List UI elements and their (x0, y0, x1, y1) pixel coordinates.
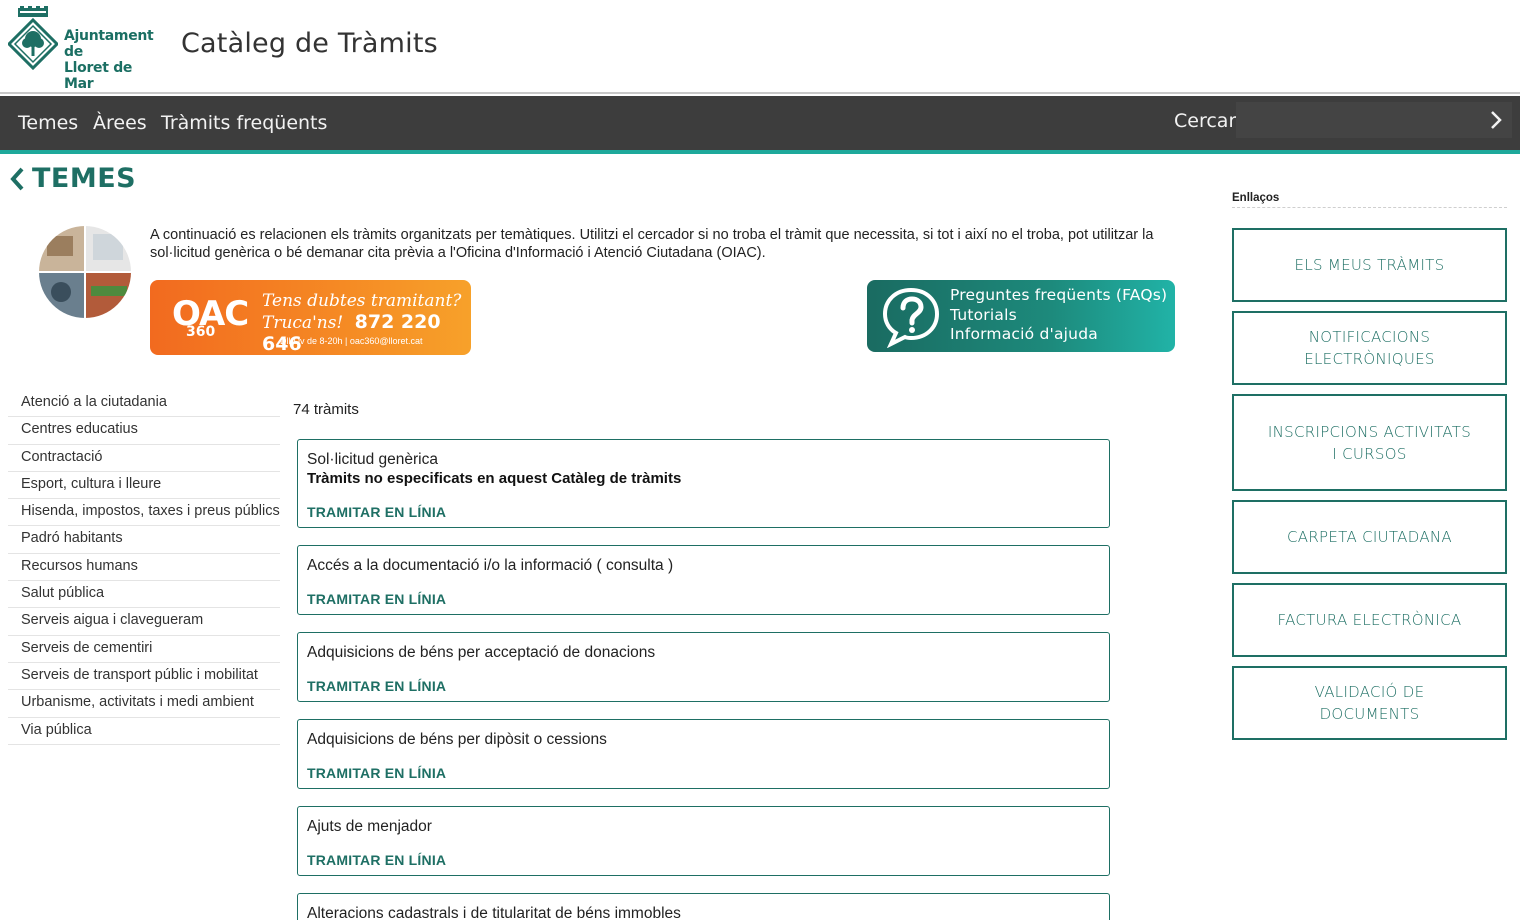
link-carpeta-ciutadana[interactable]: CARPETA CIUTADANA (1232, 500, 1507, 574)
tramitar-en-linia-link[interactable]: TRAMITAR EN LÍNIA (307, 765, 446, 781)
category-hisenda[interactable]: Hisenda, impostos, taxes i preus públics (8, 499, 280, 527)
back-to-temes[interactable]: TEMES (8, 163, 136, 194)
faq-line-tutorials: Tutorials (950, 306, 1017, 324)
faq-help-banner[interactable]: Preguntes freqüents (FAQs) Tutorials Inf… (867, 280, 1175, 352)
tramit-title: Adquisicions de béns per dipòsit o cessi… (307, 731, 607, 748)
tramits-count: 74 tràmits (293, 401, 359, 418)
tramit-card: Sol·licitud genèrica Tràmits no especifi… (297, 439, 1110, 528)
chevron-left-icon (10, 167, 24, 190)
site-header: Ajuntament de Lloret de Mar Catàleg de T… (0, 0, 1520, 94)
tramit-title: Accés a la documentació i/o la informaci… (307, 557, 674, 574)
category-urbanisme[interactable]: Urbanisme, activitats i medi ambient (8, 690, 280, 718)
faq-line-faqs: Preguntes freqüents (FAQs) (950, 286, 1168, 304)
category-atencio-ciutadania[interactable]: Atenció a la ciutadania (8, 390, 280, 418)
tramitar-en-linia-link[interactable]: TRAMITAR EN LÍNIA (307, 504, 446, 520)
oac-call-us: Truca'ns! (262, 313, 344, 333)
nav-temes[interactable]: Temes (18, 112, 78, 134)
intro-text: A continuació es relacionen els tràmits … (150, 227, 1154, 261)
category-esport-cultura[interactable]: Esport, cultura i lleure (8, 472, 280, 500)
category-contractacio[interactable]: Contractació (8, 445, 280, 472)
oac-question: Tens dubtes tramitant? (262, 291, 462, 311)
oac-hours: Dll-Dv de 8-20h | oac360@lloret.cat (280, 336, 423, 346)
category-via-publica[interactable]: Via pública (8, 718, 280, 745)
link-els-meus-tramits[interactable]: ELS MEUS TRÀMITS (1232, 228, 1507, 302)
site-title: Catàleg de Tràmits (181, 28, 438, 59)
category-salut-publica[interactable]: Salut pública (8, 581, 280, 609)
page-title: TEMES (32, 163, 137, 194)
tramit-card: Accés a la documentació i/o la informaci… (297, 545, 1110, 615)
category-centres-educatius[interactable]: Centres educatius (8, 417, 280, 445)
oac-help-banner[interactable]: OAC 360 Tens dubtes tramitant? Truca'ns!… (150, 280, 471, 355)
ajuntament-logo[interactable]: Ajuntament de Lloret de Mar (8, 6, 158, 92)
link-validacio-documents[interactable]: VALIDACIÓ DE DOCUMENTS (1232, 666, 1507, 740)
coat-of-arms-icon (8, 6, 58, 70)
main-navbar: Temes Àrees Tràmits freqüents Cercar (0, 96, 1520, 154)
tramit-card: Ajuts de menjador TRAMITAR EN LÍNIA (297, 806, 1110, 876)
tramitar-en-linia-link[interactable]: TRAMITAR EN LÍNIA (307, 678, 446, 694)
chevron-right-icon[interactable] (1484, 108, 1508, 132)
tramit-title: Sol·licitud genèrica (307, 451, 438, 468)
tramit-subtitle: Tràmits no especificats en aquest Catàle… (307, 470, 682, 487)
category-transport-mobilitat[interactable]: Serveis de transport públic i mobilitat (8, 663, 280, 691)
tramit-title: Alteracions cadastrals i de titularitat … (307, 905, 681, 920)
search-label: Cercar (1174, 110, 1237, 132)
tramit-card: Adquisicions de béns per acceptació de d… (297, 632, 1110, 702)
logo-line-1: Ajuntament de (64, 28, 154, 60)
intro-collage-image (39, 226, 131, 318)
faq-line-help: Informació d'ajuda (950, 325, 1098, 343)
category-serveis-cementiri[interactable]: Serveis de cementiri (8, 636, 280, 663)
link-factura-electronica[interactable]: FACTURA ELECTRÒNICA (1232, 583, 1507, 657)
nav-tramits-frequents[interactable]: Tràmits freqüents (161, 112, 327, 134)
tramit-title: Ajuts de menjador (307, 818, 432, 835)
question-bubble-icon (882, 287, 940, 348)
tramitar-en-linia-link[interactable]: TRAMITAR EN LÍNIA (307, 852, 446, 868)
tramit-title: Adquisicions de béns per acceptació de d… (307, 644, 656, 661)
tramitar-en-linia-link[interactable]: TRAMITAR EN LÍNIA (307, 591, 446, 607)
logo-line-2: Lloret de Mar (64, 60, 133, 92)
category-padro[interactable]: Padró habitants (8, 526, 280, 554)
nav-arees[interactable]: Àrees (93, 112, 147, 134)
search-input[interactable] (1236, 102, 1512, 138)
category-serveis-aigua[interactable]: Serveis aigua i clavegueram (8, 608, 280, 636)
link-inscripcions-activitats[interactable]: INSCRIPCIONS ACTIVITATS I CURSOS (1232, 394, 1507, 491)
category-list: Atenció a la ciutadania Centres educatiu… (8, 390, 280, 745)
tramit-card: Alteracions cadastrals i de titularitat … (297, 893, 1110, 920)
category-recursos-humans[interactable]: Recursos humans (8, 554, 280, 582)
link-notificacions-electroniques[interactable]: NOTIFICACIONS ELECTRÒNIQUES (1232, 311, 1507, 385)
links-heading: Enllaços (1232, 192, 1507, 208)
oac-360-label: 360 (186, 324, 216, 340)
tramit-card: Adquisicions de béns per dipòsit o cessi… (297, 719, 1110, 789)
